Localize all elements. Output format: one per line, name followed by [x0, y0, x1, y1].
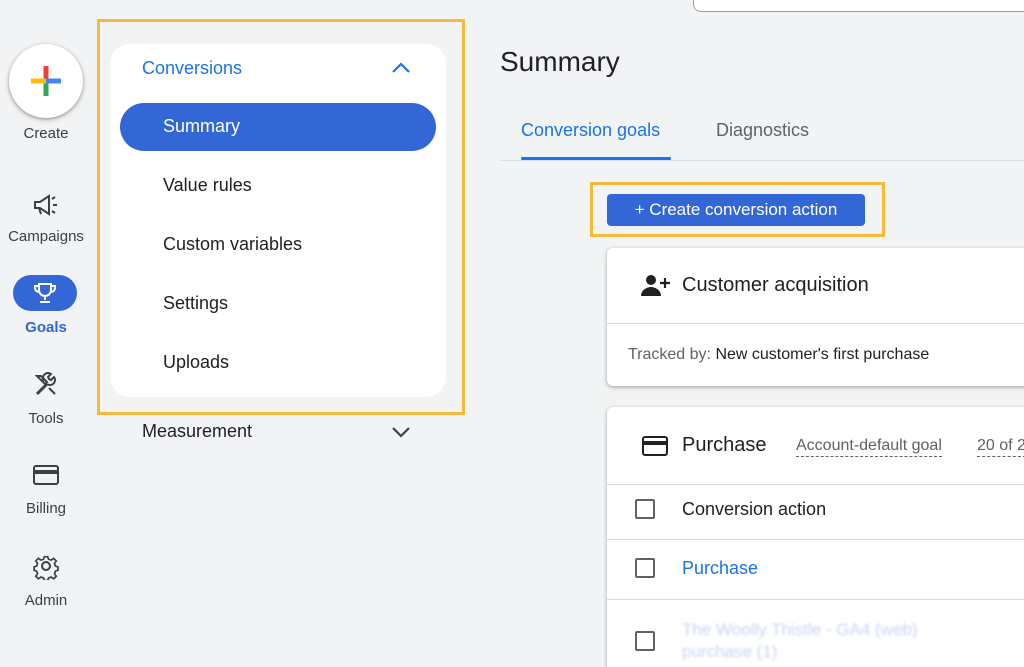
- rail-label-billing: Billing: [25, 500, 67, 517]
- customer-acquisition-title: Customer acquisition: [682, 274, 869, 296]
- select-all-checkbox[interactable]: [635, 499, 655, 519]
- row-checkbox[interactable]: [635, 558, 655, 578]
- nav-highlight-box: [97, 19, 465, 415]
- tracked-by-value: New customer's first purchase: [715, 346, 930, 363]
- rail-label-campaigns: Campaigns: [8, 228, 84, 245]
- button-highlight-box: [590, 182, 885, 237]
- rail-item-admin[interactable]: Admin: [0, 552, 92, 612]
- rail-item-tools[interactable]: Tools: [0, 370, 92, 430]
- conversion-action-link[interactable]: Purchase: [682, 558, 758, 579]
- rail-label-admin: Admin: [24, 592, 68, 609]
- nav-section-measurement[interactable]: Measurement: [142, 421, 252, 442]
- rail-item-billing[interactable]: Billing: [0, 460, 92, 520]
- tab-conversion-goals[interactable]: Conversion goals: [521, 120, 660, 141]
- gear-icon: [30, 553, 62, 580]
- tab-divider: [500, 160, 1024, 161]
- chevron-down-icon[interactable]: [389, 422, 413, 442]
- page-title: Summary: [500, 46, 620, 77]
- column-header-conversion-action: Conversion action: [682, 499, 827, 519]
- plus-icon: [31, 66, 61, 96]
- row-divider: [607, 539, 1024, 540]
- rail-label-tools: Tools: [28, 410, 64, 427]
- purchase-title: Purchase: [682, 434, 767, 456]
- goal-count: 20 of 2: [977, 437, 1024, 457]
- rail-label-goals: Goals: [25, 319, 67, 336]
- conversion-action-link[interactable]: The Woolly Thistle - GA4 (web) purchase …: [682, 619, 962, 663]
- card-divider: [607, 323, 1024, 324]
- create-label: Create: [23, 125, 69, 142]
- tracked-by-text: Tracked by: New customer's first purchas…: [628, 346, 929, 364]
- tools-icon: [30, 372, 62, 398]
- credit-card-icon: [30, 462, 62, 488]
- person-add-icon: [641, 275, 670, 296]
- customer-acquisition-card: Customer acquisition Tracked by: New cus…: [607, 248, 1024, 386]
- account-default-goal-badge[interactable]: Account-default goal: [796, 437, 942, 457]
- trophy-icon: [34, 283, 56, 303]
- row-checkbox[interactable]: [635, 631, 655, 651]
- row-divider: [607, 599, 1024, 600]
- create-button[interactable]: [9, 44, 83, 118]
- row-divider: [607, 484, 1024, 485]
- active-tab-indicator: [521, 157, 671, 160]
- megaphone-icon: [30, 192, 62, 218]
- rail-item-campaigns[interactable]: Campaigns: [0, 190, 92, 250]
- credit-card-icon: [642, 436, 668, 456]
- search-box[interactable]: [693, 0, 1024, 12]
- tab-diagnostics[interactable]: Diagnostics: [716, 120, 809, 141]
- tracked-by-label: Tracked by:: [628, 346, 711, 363]
- left-rail: Create Campaigns Goals Tools Billing Adm…: [0, 0, 92, 667]
- rail-item-goals[interactable]: [13, 275, 77, 311]
- purchase-goal-card: Purchase Account-default goal 20 of 2 Co…: [607, 407, 1024, 667]
